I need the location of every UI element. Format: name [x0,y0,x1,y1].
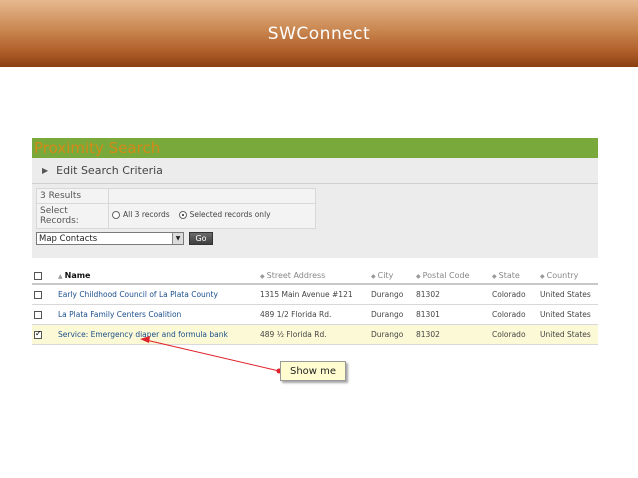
row-state: Colorado [490,284,538,305]
action-select-value: Map Contacts [39,233,98,244]
row-city: Durango [369,304,414,325]
row-postal: 81301 [414,304,490,325]
app-title: SWConnect [267,23,371,44]
row-country: United States [538,324,598,345]
sort-icon: ◆ [260,273,265,280]
row-street: 489 ½ Florida Rd. [258,324,369,345]
row-state: Colorado [490,304,538,325]
row-postal: 81302 [414,284,490,305]
row-checkbox-checked[interactable] [34,329,42,339]
results-table: ▲ Name ◆ Street Address ◆ City ◆ Postal Code… [32,268,598,345]
sort-icon: ◆ [371,273,376,280]
row-state: Colorado [490,324,538,345]
row-street: 489 1/2 Florida Rd. [258,304,369,325]
action-select[interactable]: Map Contacts ▼ [36,232,184,245]
table-row-selected: Service: Emergency diaper and formula ba… [32,324,598,345]
row-city: Durango [369,284,414,305]
row-city: Durango [369,324,414,345]
row-name-link[interactable]: Early Childhood Council of La Plata Coun… [56,284,258,305]
radio-all-records[interactable]: All 3 records [112,210,170,219]
panel-title: Proximity Search [32,138,598,158]
select-all-checkbox[interactable] [34,271,42,280]
row-country: United States [538,304,598,325]
proximity-search-panel: Proximity Search ▶ Edit Search Criteria … [32,138,598,345]
table-row: Early Childhood Council of La Plata Coun… [32,284,598,305]
sort-icon: ▲ [58,273,63,280]
sort-icon: ◆ [416,273,421,280]
row-name-link[interactable]: Service: Emergency diaper and formula ba… [56,324,258,345]
column-header-city[interactable]: ◆ City [369,268,414,285]
radio-selected-records[interactable]: Selected records only [178,210,271,219]
row-select-cell [32,324,56,345]
results-options-area: 3 Results Select Records: All 3 records … [32,184,598,258]
select-records-label: Select Records: [36,203,109,229]
edit-search-criteria-label: Edit Search Criteria [56,164,163,177]
column-header-postal[interactable]: ◆ Postal Code [414,268,490,285]
action-row: Map Contacts ▼ Go [36,232,596,245]
column-header-country[interactable]: ◆ Country [538,268,598,285]
row-select-cell [32,284,56,305]
row-select-cell [32,304,56,325]
results-count-spacer [108,188,316,204]
expand-triangle-icon: ▶ [42,166,49,175]
callout-arrow-line [145,339,280,372]
column-header-state[interactable]: ◆ State [490,268,538,285]
row-checkbox[interactable] [34,310,42,319]
radio-all-icon[interactable] [112,210,120,219]
table-row: La Plata Family Centers Coalition 489 1/… [32,304,598,325]
results-options-table: 3 Results Select Records: All 3 records … [36,188,316,229]
row-country: United States [538,284,598,305]
row-postal: 81302 [414,324,490,345]
select-all-header [32,268,56,285]
show-me-callout[interactable]: Show me [280,361,346,381]
dropdown-arrow-icon[interactable]: ▼ [172,233,183,244]
column-header-name[interactable]: ▲ Name [56,268,258,285]
row-checkbox[interactable] [34,290,42,299]
results-count: 3 Results [36,188,109,204]
row-street: 1315 Main Avenue #121 [258,284,369,305]
column-header-street[interactable]: ◆ Street Address [258,268,369,285]
sort-icon: ◆ [492,273,497,280]
row-name-link[interactable]: La Plata Family Centers Coalition [56,304,258,325]
app-banner: SWConnect [0,0,638,67]
sort-icon: ◆ [540,273,545,280]
select-records-radios: All 3 records Selected records only [108,203,316,229]
edit-search-criteria-toggle[interactable]: ▶ Edit Search Criteria [32,158,598,184]
radio-selected-icon[interactable] [178,210,187,219]
go-button[interactable]: Go [189,232,213,245]
results-header-row: ▲ Name ◆ Street Address ◆ City ◆ Postal Code… [32,268,598,285]
